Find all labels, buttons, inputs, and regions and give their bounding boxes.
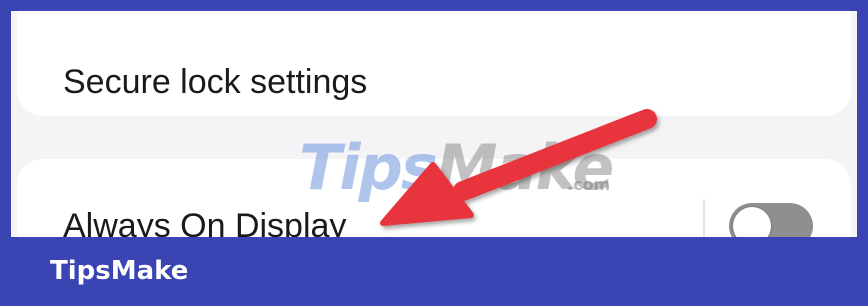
brand-banner: TipsMake [0, 238, 868, 306]
brand-name: TipsMake [50, 256, 189, 286]
arrow-icon [380, 109, 657, 226]
settings-screen: Secure lock settings Always On Display T… [11, 11, 857, 237]
